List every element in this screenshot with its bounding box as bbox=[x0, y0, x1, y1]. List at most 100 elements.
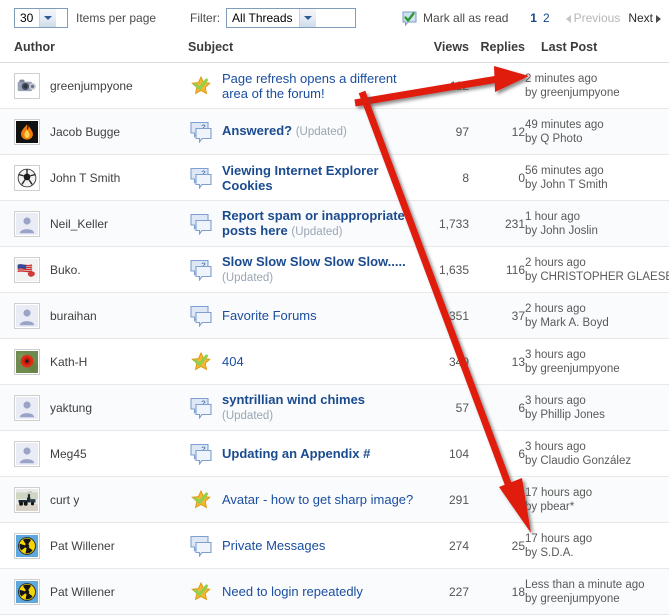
last-post-author[interactable]: by Claudio González bbox=[525, 454, 669, 468]
cell-replies: 116 bbox=[505, 262, 525, 277]
chevron-down-icon bbox=[303, 16, 312, 20]
filter-dropdown-button[interactable] bbox=[298, 9, 316, 27]
thread-title-link[interactable]: Updating an Appendix # bbox=[222, 446, 370, 461]
avatar[interactable] bbox=[14, 532, 40, 559]
filter-select[interactable]: All Threads bbox=[226, 8, 357, 28]
table-row[interactable]: curt y Avatar - how to get sharp image? 29… bbox=[0, 476, 669, 523]
cell-views: 1,635 bbox=[438, 262, 469, 277]
table-row[interactable]: buraihan Favorite Forums 351 37 2 hours ago b… bbox=[0, 292, 669, 339]
last-post-author[interactable]: by pbear* bbox=[525, 500, 669, 514]
next-page-button[interactable]: Next bbox=[624, 11, 663, 25]
thread-title-link[interactable]: Favorite Forums bbox=[222, 308, 317, 323]
last-post-author[interactable]: by John T Smith bbox=[525, 178, 669, 192]
thread-title-link[interactable]: Answered? (Updated) bbox=[222, 123, 347, 140]
avatar[interactable] bbox=[14, 578, 40, 605]
column-header-subject[interactable]: Subject bbox=[188, 36, 415, 63]
table-row[interactable]: Meg45? Updating an Appendix # 104 6 3 hours … bbox=[0, 431, 669, 477]
column-header-last-post[interactable]: Last Post bbox=[525, 36, 669, 63]
last-post-time: 2 hours ago bbox=[525, 256, 586, 269]
thread-title-link[interactable]: Slow Slow Slow Slow Slow..... (Updated) bbox=[222, 254, 415, 286]
table-row[interactable]: Jacob Bugge? Answered? (Updated) 97 12 49 mi… bbox=[0, 108, 669, 155]
thread-title-link[interactable]: Need to login repeatedly bbox=[222, 584, 363, 599]
last-post-author[interactable]: by Mark A. Boyd bbox=[525, 316, 669, 330]
filter-value: All Threads bbox=[232, 11, 293, 25]
author-name[interactable]: Jacob Bugge bbox=[50, 125, 120, 139]
cell-views: 351 bbox=[448, 308, 469, 323]
author-name[interactable]: greenjumpyone bbox=[50, 79, 133, 93]
author-name[interactable]: buraihan bbox=[50, 309, 97, 323]
thread-title-link[interactable]: Report spam or inappropriate posts here … bbox=[222, 208, 415, 240]
column-header-views[interactable]: Views bbox=[415, 36, 469, 63]
last-post-author[interactable]: by CHRISTOPHER GLAESER bbox=[525, 270, 669, 284]
last-post-author[interactable]: by John Joslin bbox=[525, 224, 669, 238]
thread-list-table: Author Subject Views Replies Last Post g… bbox=[0, 36, 669, 615]
last-post-author[interactable]: by S.D.A. bbox=[525, 546, 669, 560]
cell-last-post: 2 hours ago by Mark A. Boyd bbox=[525, 293, 669, 339]
thread-title-link[interactable]: Avatar - how to get sharp image? bbox=[222, 492, 413, 507]
items-per-page-select[interactable]: 30 bbox=[14, 8, 68, 28]
last-post-author[interactable]: by Phillip Jones bbox=[525, 408, 669, 422]
thread-title-text: Slow Slow Slow Slow Slow..... bbox=[222, 253, 406, 269]
last-post-author[interactable]: by greenjumpyone bbox=[525, 592, 669, 606]
table-row[interactable]: Buko.? Slow Slow Slow Slow Slow..... (Upd… bbox=[0, 247, 669, 293]
cell-subject: Report spam or inappropriate posts here … bbox=[188, 201, 415, 247]
thread-status-icon: ? bbox=[188, 121, 214, 143]
table-row[interactable]: Pat Willener Need to login repeatedly 227 1… bbox=[0, 568, 669, 615]
cell-replies: 6 bbox=[518, 400, 525, 415]
avatar[interactable] bbox=[14, 118, 40, 145]
thread-status-icon bbox=[188, 75, 214, 97]
cell-author: Jacob Bugge bbox=[0, 109, 188, 155]
chevron-left-icon bbox=[565, 14, 571, 23]
cell-views: 97 bbox=[455, 124, 469, 139]
table-row[interactable]: Neil_Keller Report spam or inappropriate … bbox=[0, 200, 669, 247]
last-post-time: 1 hour ago bbox=[525, 210, 580, 223]
thread-title-link[interactable]: syntrillian wind chimes (Updated) bbox=[222, 392, 415, 424]
avatar[interactable] bbox=[14, 440, 40, 467]
thread-title-link[interactable]: Viewing Internet Explorer Cookies bbox=[222, 163, 415, 193]
cell-subject: ? syntrillian wind chimes (Updated) bbox=[188, 385, 415, 431]
thread-status-icon: ? bbox=[188, 397, 214, 419]
avatar[interactable] bbox=[14, 394, 40, 421]
table-row[interactable]: Pat Willener Private Messages 274 25 17 hour… bbox=[0, 523, 669, 569]
author-name[interactable]: Meg45 bbox=[50, 447, 87, 461]
mark-all-as-read-button[interactable]: Mark all as read bbox=[402, 11, 508, 26]
author-name[interactable]: yaktung bbox=[50, 401, 92, 415]
author-name[interactable]: Buko. bbox=[50, 263, 81, 277]
thread-title-link[interactable]: Page refresh opens a different area of t… bbox=[222, 71, 415, 101]
author-name[interactable]: Kath-H bbox=[50, 355, 87, 369]
last-post-author[interactable]: by Q Photo bbox=[525, 132, 669, 146]
avatar[interactable] bbox=[14, 72, 40, 99]
page-1-link[interactable]: 1 bbox=[527, 11, 540, 25]
updated-badge: (Updated) bbox=[222, 409, 274, 422]
cell-views: 8 bbox=[462, 170, 469, 185]
avatar[interactable] bbox=[14, 210, 40, 237]
previous-page-button[interactable]: Previous bbox=[562, 11, 625, 25]
question-bubbles-icon: ? bbox=[190, 259, 212, 281]
star-check-icon bbox=[191, 489, 211, 508]
last-post-time: 56 minutes ago bbox=[525, 164, 604, 177]
column-header-replies[interactable]: Replies bbox=[469, 36, 525, 63]
author-name[interactable]: curt y bbox=[50, 493, 79, 507]
table-row[interactable]: greenjumpyone Page refresh opens a differ… bbox=[0, 63, 669, 109]
avatar[interactable] bbox=[14, 256, 40, 283]
table-row[interactable]: John T Smith? Viewing Internet Explorer C… bbox=[0, 155, 669, 201]
thread-title-link[interactable]: 404 bbox=[222, 354, 244, 369]
last-post-time: Less than a minute ago bbox=[525, 578, 645, 591]
author-name[interactable]: John T Smith bbox=[50, 171, 120, 185]
last-post-author[interactable]: by greenjumpyone bbox=[525, 362, 669, 376]
author-name[interactable]: Neil_Keller bbox=[50, 217, 108, 231]
thread-title-link[interactable]: Private Messages bbox=[222, 538, 325, 553]
page-2-link[interactable]: 2 bbox=[540, 11, 553, 25]
table-row[interactable]: yaktung? syntrillian wind chimes (Updated… bbox=[0, 384, 669, 431]
avatar[interactable] bbox=[14, 164, 40, 191]
items-per-page-dropdown-button[interactable] bbox=[39, 9, 57, 27]
avatar[interactable] bbox=[14, 302, 40, 329]
thread-title-text: Need to login repeatedly bbox=[222, 584, 363, 599]
avatar[interactable] bbox=[14, 486, 40, 513]
table-row[interactable]: Kath-H 404 349 13 3 hours ago by greenjumpyon… bbox=[0, 339, 669, 385]
column-header-author[interactable]: Author bbox=[0, 36, 188, 63]
last-post-author[interactable]: by greenjumpyone bbox=[525, 86, 669, 100]
author-name[interactable]: Pat Willener bbox=[50, 539, 115, 553]
author-name[interactable]: Pat Willener bbox=[50, 585, 115, 599]
avatar[interactable] bbox=[14, 348, 40, 375]
